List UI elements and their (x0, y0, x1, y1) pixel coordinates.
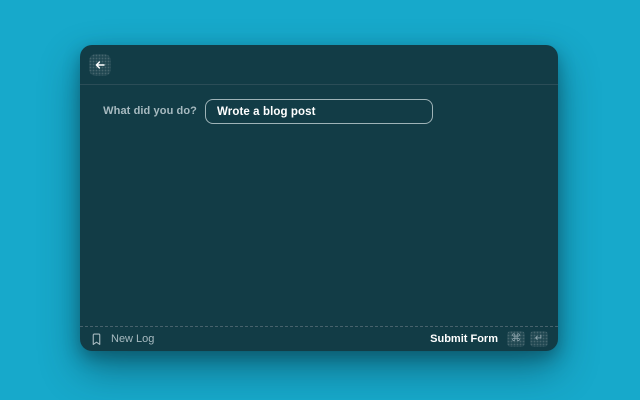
window-header (80, 45, 558, 85)
command-key-icon: ⌘ (507, 331, 525, 347)
what-did-you-do-input[interactable] (205, 99, 433, 124)
form-label: What did you do? (80, 99, 197, 124)
arrow-left-icon (94, 59, 106, 71)
return-key-icon: ↵ (530, 331, 548, 347)
footer-bar: New Log Submit Form ⌘ ↵ (80, 326, 558, 351)
bookmark-icon (90, 333, 103, 346)
new-log-label: New Log (111, 333, 154, 345)
back-button[interactable] (89, 54, 111, 76)
submit-form-label: Submit Form (430, 333, 498, 345)
form-window: What did you do? New Log Submit Form ⌘ ↵ (80, 45, 558, 351)
new-log-item: New Log (90, 333, 154, 346)
submit-form-button[interactable]: Submit Form ⌘ ↵ (430, 331, 548, 347)
form-row: What did you do? (80, 99, 558, 124)
